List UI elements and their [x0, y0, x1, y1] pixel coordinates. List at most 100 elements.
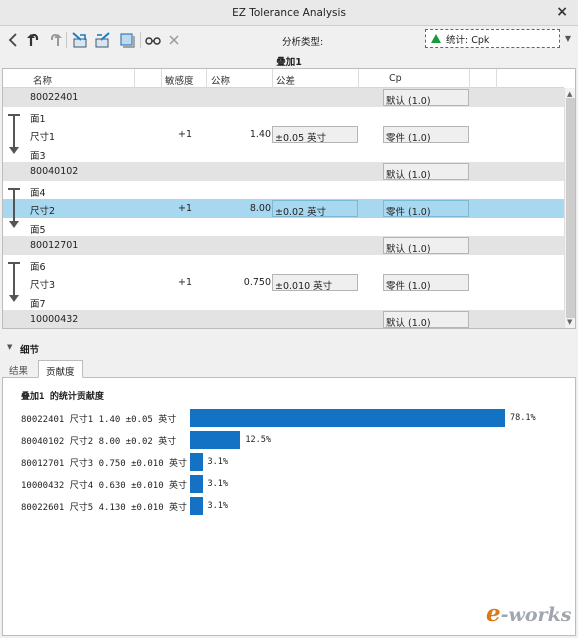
- stack-arrow-head-icon: [9, 294, 19, 302]
- chart-row: 80040102 尺寸2 8.00 ±0.02 英寸 12.5%: [3, 431, 577, 449]
- part-row[interactable]: 80012701 默认 (1.0): [3, 236, 564, 255]
- header-cp[interactable]: Cp: [389, 73, 402, 84]
- row-sensitivity: +1: [178, 203, 193, 214]
- group-label: 叠加1: [276, 57, 302, 68]
- row-name: 面4: [30, 187, 46, 199]
- dimension-row[interactable]: 尺寸3 +1 0.750 ±0.010 英寸 零件 (1.0): [3, 273, 564, 292]
- row-name: 面5: [30, 224, 46, 236]
- stack-arrow-head-icon: [9, 146, 19, 154]
- details-header[interactable]: ▼ 细节: [0, 339, 578, 356]
- cp-field[interactable]: 零件 (1.0): [383, 274, 469, 292]
- bar-label: 10000432 尺寸4 0.630 ±0.010 英寸: [21, 481, 188, 491]
- dimension-row[interactable]: 尺寸2 +1 8.00 ±0.02 英寸 零件 (1.0): [3, 199, 564, 218]
- glasses-icon[interactable]: [143, 30, 163, 50]
- tolerance-field[interactable]: ±0.02 英寸: [272, 200, 358, 218]
- grid-header: 名称 敏感度 公称 公差 Cp: [3, 69, 564, 88]
- part-row[interactable]: 80040102 默认 (1.0): [3, 162, 564, 181]
- stack-right-icon[interactable]: [92, 30, 112, 50]
- tolerance-field[interactable]: ±0.010 英寸: [272, 274, 358, 292]
- chart-row: 10000432 尺寸4 0.630 ±0.010 英寸 3.1%: [3, 475, 577, 493]
- header-sensitivity[interactable]: 敏感度: [165, 73, 194, 87]
- bar-value-label: 3.1%: [207, 479, 228, 489]
- row-name: 80040102: [30, 166, 79, 177]
- toolbar: 分析类型: 统计: Cpk ▼ 叠加1: [0, 26, 578, 68]
- row-nominal: 1.40: [249, 129, 271, 140]
- details-tabs: 结果 贡献度: [2, 358, 576, 378]
- scrollbar-thumb[interactable]: [566, 98, 575, 318]
- toolbar-divider: [66, 32, 67, 48]
- face-row[interactable]: 面7: [3, 292, 564, 311]
- toolbar-divider: [140, 32, 141, 48]
- row-name: 10000432: [30, 314, 79, 325]
- row-nominal: 8.00: [249, 203, 271, 214]
- chart-row: 80012701 尺寸3 0.750 ±0.010 英寸 3.1%: [3, 453, 577, 471]
- window-title: EZ Tolerance Analysis: [232, 7, 346, 19]
- contribution-bar: [190, 497, 203, 515]
- back-icon[interactable]: [3, 30, 23, 50]
- cp-field[interactable]: 默认 (1.0): [383, 311, 469, 328]
- row-name: 尺寸2: [30, 206, 56, 217]
- face-row[interactable]: 面1: [3, 107, 564, 126]
- bar-label: 80022401 尺寸1 1.40 ±0.05 英寸: [21, 415, 177, 425]
- chevron-down-icon[interactable]: ▼: [562, 29, 574, 48]
- contribution-bar: [190, 475, 203, 493]
- face-row[interactable]: 面4: [3, 181, 564, 200]
- stackup-grid: 名称 敏感度 公称 公差 Cp 80022401 默认 (1.0) 面1 尺寸1 +1 1…: [2, 68, 576, 329]
- row-sensitivity: +1: [178, 277, 193, 288]
- close-icon[interactable]: [164, 30, 184, 50]
- row-name: 尺寸1: [30, 132, 56, 143]
- header-name[interactable]: 名称: [33, 73, 52, 87]
- contribution-bar: [190, 453, 203, 471]
- face-row[interactable]: 面6: [3, 255, 564, 274]
- bar-value-label: 3.1%: [207, 457, 228, 467]
- bar-label: 80022601 尺寸5 4.130 ±0.010 英寸: [21, 503, 188, 513]
- contribution-bar: [190, 431, 241, 449]
- face-row[interactable]: 面5: [3, 218, 564, 237]
- statistic-value: 统计: Cpk: [446, 34, 490, 46]
- cp-field[interactable]: 默认 (1.0): [383, 237, 469, 255]
- close-window-button[interactable]: ×: [556, 4, 568, 20]
- title-bar: EZ Tolerance Analysis ×: [0, 0, 578, 26]
- part-row[interactable]: 80022401 默认 (1.0): [3, 88, 564, 107]
- face-row[interactable]: 面3: [3, 144, 564, 163]
- undo-icon[interactable]: [24, 30, 44, 50]
- tolerance-field[interactable]: ±0.05 英寸: [272, 126, 358, 144]
- statistic-select[interactable]: 统计: Cpk: [425, 29, 560, 48]
- triangle-icon: [431, 34, 441, 43]
- bar-value-label: 3.1%: [207, 501, 228, 511]
- row-name: 面6: [30, 261, 46, 273]
- grid-scrollbar[interactable]: ▲ ▼: [564, 88, 575, 328]
- analysis-type-label: 分析类型:: [282, 37, 324, 48]
- stack-arrow-line: [13, 261, 15, 296]
- part-row[interactable]: 10000432 默认 (1.0): [3, 310, 564, 328]
- contribution-bar: [190, 409, 505, 427]
- bar-label: 80040102 尺寸2 8.00 ±0.02 英寸: [21, 437, 177, 447]
- details-label: 细节: [20, 345, 40, 356]
- eworks-logo: e-works: [486, 600, 572, 627]
- chart-row: 80022401 尺寸1 1.40 ±0.05 英寸 78.1%: [3, 409, 577, 427]
- header-tolerance[interactable]: 公差: [276, 73, 295, 87]
- cp-field[interactable]: 默认 (1.0): [383, 163, 469, 181]
- redo-icon[interactable]: [45, 30, 65, 50]
- header-nominal[interactable]: 公称: [211, 73, 230, 87]
- row-name: 面3: [30, 150, 46, 162]
- cp-field[interactable]: 默认 (1.0): [383, 89, 469, 107]
- cp-field[interactable]: 零件 (1.0): [383, 126, 469, 144]
- row-name: 面1: [30, 113, 46, 125]
- dimension-row[interactable]: 尺寸1 +1 1.40 ±0.05 英寸 零件 (1.0): [3, 125, 564, 144]
- bar-value-label: 78.1%: [510, 413, 536, 423]
- bar-value-label: 12.5%: [245, 435, 271, 445]
- panel-icon[interactable]: [117, 30, 137, 50]
- stack-arrow-line: [13, 113, 15, 148]
- row-name: 80012701: [30, 240, 79, 251]
- stack-left-icon[interactable]: [70, 30, 90, 50]
- tab-results[interactable]: 结果: [2, 360, 35, 378]
- row-nominal: 0.750: [243, 277, 271, 288]
- tab-contribution[interactable]: 贡献度: [38, 360, 83, 378]
- contribution-panel: 叠加1 的统计贡献度 80022401 尺寸1 1.40 ±0.05 英寸 78.…: [2, 378, 576, 636]
- collapse-caret-icon[interactable]: ▼: [7, 343, 12, 351]
- cp-field[interactable]: 零件 (1.0): [383, 200, 469, 218]
- row-sensitivity: +1: [178, 129, 193, 140]
- chart-title: 叠加1 的统计贡献度: [21, 392, 104, 402]
- bar-label: 80012701 尺寸3 0.750 ±0.010 英寸: [21, 459, 188, 469]
